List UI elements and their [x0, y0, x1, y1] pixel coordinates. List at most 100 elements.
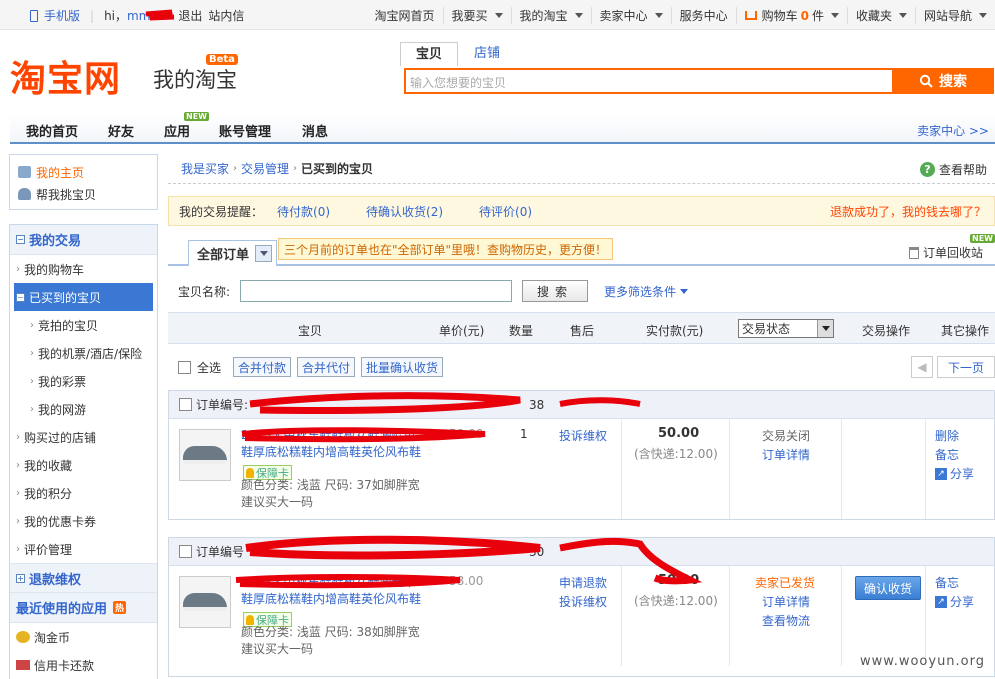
share-link[interactable]: ↗ 分享 [935, 593, 974, 610]
product-title[interactable]: 2013大中秋东鞋鞋板女鞋潮鞋单 鞋厚底松糕鞋内增高鞋英伦风布鞋 [241, 574, 441, 608]
breadcrumb-buyer[interactable]: 我是买家 [181, 160, 229, 177]
topbar-link[interactable]: 淘宝网首页 [367, 7, 444, 24]
delete-link[interactable]: 删除 [935, 427, 959, 444]
sidebar-item[interactable]: › 我的购物车 [10, 255, 157, 283]
filter-search-button[interactable]: 搜索 [522, 280, 589, 302]
sidebar-my-trade-header[interactable]: − 我的交易 [10, 225, 157, 255]
sidebar-my-home[interactable]: 我的主页 [18, 161, 149, 183]
bulk-confirm-button[interactable]: 批量确认收货 [361, 357, 444, 377]
sidebar-item[interactable]: › 我的积分 [10, 479, 157, 507]
sidebar-app-gold-coin[interactable]: 淘金币 [10, 623, 157, 651]
sidebar-item[interactable]: › 竞拍的宝贝 [10, 311, 157, 339]
topbar-link[interactable]: 购物车 0 件 [737, 7, 848, 24]
inbox-link[interactable]: 站内信 [208, 7, 244, 24]
next-page-button[interactable]: 下一页 [937, 356, 995, 378]
sidebar-app-credit-card[interactable]: 信用卡还款 [10, 651, 157, 679]
help-link[interactable]: ? 查看帮助 [919, 161, 987, 178]
bulk-actions: 全选 合并付款 合并代付 批量确认收货 ◀ 下一页 [168, 352, 995, 382]
reminder-to-review[interactable]: 待评价(0) [479, 203, 532, 220]
product-image[interactable] [179, 429, 231, 481]
sidebar-item[interactable]: › 评价管理 [10, 535, 157, 563]
search-tab-item[interactable]: 宝贝 [400, 42, 458, 66]
taobao-logo[interactable]: 淘宝网 [10, 50, 121, 102]
sidebar-item[interactable]: › 我的网游 [10, 395, 157, 423]
apply-refund-link[interactable]: 申请退款 [559, 574, 607, 591]
sidebar-item[interactable]: › 我的彩票 [10, 367, 157, 395]
seller-center-link[interactable]: 卖家中心 >> [917, 122, 989, 139]
recycle-bin-link[interactable]: 订单回收站 NEW [908, 234, 995, 261]
order-detail-link[interactable]: 订单详情 [762, 446, 810, 463]
topbar-link[interactable]: 我的淘宝 [512, 7, 592, 24]
order-detail-link[interactable]: 订单详情 [762, 593, 810, 610]
chevron-down-icon[interactable] [255, 244, 273, 262]
expand-icon[interactable]: + [16, 573, 25, 583]
search-tab-shop[interactable]: 店铺 [458, 42, 516, 66]
search-button[interactable]: 搜索 [892, 68, 994, 94]
header: 淘宝网 我的淘宝 Beta 宝贝 店铺 输入您想要的宝贝 搜索 [0, 30, 995, 114]
order-number-label: 订单编号: [196, 398, 249, 412]
view-logistics-link[interactable]: 查看物流 [762, 612, 810, 629]
collapse-icon[interactable]: − [16, 235, 25, 244]
order-checkbox[interactable] [179, 545, 192, 558]
order-header: 订单编号 30 [169, 538, 994, 566]
search-input[interactable]: 输入您想要的宝贝 [404, 68, 894, 94]
complaint-link[interactable]: 投诉维权 [559, 427, 607, 444]
nav-home[interactable]: 我的首页 [26, 121, 78, 140]
reminder-to-confirm[interactable]: 待确认收货(2) [366, 203, 443, 220]
main-nav: 我的首页 好友 应用 NEW 账号管理 消息 卖家中心 >> [10, 112, 995, 144]
nav-account[interactable]: 账号管理 [219, 121, 271, 140]
my-taobao-title: 我的淘宝 [153, 68, 237, 92]
chevron-down-icon [817, 320, 833, 337]
tab-all-orders[interactable]: 全部订单 [188, 240, 278, 267]
topbar-link[interactable]: 收藏夹 [848, 7, 916, 24]
memo-link[interactable]: 备忘 [935, 446, 959, 463]
logout-link[interactable]: 退出 [178, 7, 202, 24]
chevron-right-icon: › [16, 515, 20, 527]
complaint-link[interactable]: 投诉维权 [559, 593, 607, 610]
merge-pay-button[interactable]: 合并付款 [233, 357, 292, 377]
sidebar-pick-for-me[interactable]: 帮我挑宝贝 [18, 183, 149, 205]
sidebar-item[interactable]: › 我的机票/酒店/保险 [10, 339, 157, 367]
share-link[interactable]: ↗ 分享 [935, 465, 974, 482]
status-select[interactable]: 交易状态 [738, 319, 834, 338]
sidebar-item[interactable]: − 已买到的宝贝 [14, 283, 153, 311]
order-card: 订单编号: 38 2013大中秋东鞋鞋板女鞋潮鞋单 鞋厚底松糕鞋内增高鞋英伦风布… [168, 390, 995, 520]
prev-page-button[interactable]: ◀ [911, 356, 933, 378]
reminder-unpaid[interactable]: 待付款(0) [277, 203, 330, 220]
refund-help-link[interactable]: 退款成功了，我的钱去哪了？ [830, 203, 986, 220]
chevron-down-icon [680, 288, 689, 294]
chevron-right-icon: › [30, 319, 34, 331]
sidebar-item[interactable]: › 我的收藏 [10, 451, 157, 479]
product-title[interactable]: 2013大中秋东鞋鞋板女鞋潮鞋单 鞋厚底松糕鞋内增高鞋英伦风布鞋 [241, 427, 441, 461]
app-label: 信用卡还款 [34, 658, 95, 673]
shipping-fee: (含快递:12.00) [634, 447, 718, 461]
nav-messages[interactable]: 消息 [302, 121, 328, 140]
item-name-input[interactable] [240, 280, 513, 302]
shipping-fee: (含快递:12.00) [634, 594, 718, 608]
confirm-receipt-button[interactable]: 确认收货 [855, 576, 921, 600]
total-paid: 50.00 [658, 426, 700, 441]
chevron-right-icon: › [16, 487, 20, 499]
topbar-link[interactable]: 我要买 [444, 7, 512, 24]
sidebar-item[interactable]: › 购买过的店铺 [10, 423, 157, 451]
collapse-icon[interactable]: − [16, 292, 25, 302]
nav-apps[interactable]: 应用 [164, 121, 190, 140]
mobile-link[interactable]: 手机版 [44, 7, 80, 24]
product-image[interactable] [179, 576, 231, 628]
hot-badge: 热 [113, 601, 127, 614]
memo-link[interactable]: 备忘 [935, 574, 959, 591]
merge-proxy-pay-button[interactable]: 合并代付 [297, 357, 356, 377]
sidebar-refund-header[interactable]: + 退款维权 [10, 563, 157, 593]
order-header: 订单编号: 38 [169, 391, 994, 419]
select-all-checkbox[interactable] [178, 360, 191, 374]
nav-friends[interactable]: 好友 [108, 121, 134, 140]
unit-price: 58.00 [449, 574, 484, 588]
more-filters-link[interactable]: 更多筛选条件 [604, 283, 676, 300]
topbar-link[interactable]: 服务中心 [672, 7, 737, 24]
breadcrumb-trade[interactable]: 交易管理 [241, 160, 289, 177]
sidebar-item[interactable]: › 我的优惠卡券 [10, 507, 157, 535]
order-checkbox[interactable] [179, 398, 192, 411]
topbar-link[interactable]: 卖家中心 [592, 7, 672, 24]
topbar-link[interactable]: 网站导航 [916, 7, 995, 24]
username-link[interactable]: mm [127, 9, 150, 23]
